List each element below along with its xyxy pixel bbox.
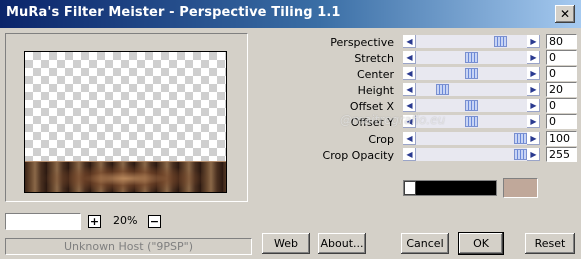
reset-button[interactable]: Reset	[525, 233, 575, 254]
arrow-right-icon[interactable]: ▶	[527, 132, 540, 145]
value-height[interactable]: 20	[546, 82, 577, 97]
perspective-tiles	[25, 162, 226, 192]
background-color-swatch[interactable]	[503, 178, 538, 198]
arrow-left-icon[interactable]: ◀	[403, 51, 416, 64]
slider-height[interactable]: ◀ ▶	[403, 83, 540, 96]
value-stretch[interactable]: 0	[546, 50, 577, 65]
slider-thumb[interactable]	[494, 36, 507, 47]
value-crop[interactable]: 100	[546, 131, 577, 146]
ok-button[interactable]: OK	[458, 232, 504, 255]
param-label-height: Height	[357, 84, 394, 97]
arrow-right-icon[interactable]: ▶	[527, 51, 540, 64]
arrow-right-icon[interactable]: ▶	[527, 83, 540, 96]
arrow-left-icon[interactable]: ◀	[403, 132, 416, 145]
filter-dialog: MuRa's Filter Meister - Perspective Tili…	[0, 0, 581, 259]
param-label-offset-y: Offset Y	[350, 116, 394, 129]
value-crop-opacity[interactable]: 255	[546, 147, 577, 162]
slider-thumb[interactable]	[514, 133, 527, 144]
slider-offset-y[interactable]: ◀ ▶	[403, 115, 540, 128]
value-offset-x[interactable]: 0	[546, 98, 577, 113]
slider-crop[interactable]: ◀ ▶	[403, 132, 540, 145]
close-button[interactable]: ✕	[555, 5, 575, 23]
slider-thumb[interactable]	[514, 149, 527, 160]
arrow-left-icon[interactable]: ◀	[403, 148, 416, 161]
slider-thumb[interactable]	[465, 116, 478, 127]
zoom-in-button[interactable]: +	[88, 215, 101, 228]
arrow-left-icon[interactable]: ◀	[403, 35, 416, 48]
arrow-right-icon[interactable]: ▶	[527, 35, 540, 48]
arrow-left-icon[interactable]: ◀	[403, 115, 416, 128]
slider-crop-opacity[interactable]: ◀ ▶	[403, 148, 540, 161]
cancel-button[interactable]: Cancel	[401, 233, 449, 254]
value-offset-y[interactable]: 0	[546, 114, 577, 129]
slider-stretch[interactable]: ◀ ▶	[403, 51, 540, 64]
arrow-right-icon[interactable]: ▶	[527, 115, 540, 128]
slider-perspective[interactable]: ◀ ▶	[403, 35, 540, 48]
param-label-crop: Crop	[368, 133, 394, 146]
minus-icon: −	[149, 215, 160, 228]
slider-center[interactable]: ◀ ▶	[403, 67, 540, 80]
preview-image[interactable]	[24, 51, 227, 193]
arrow-right-icon[interactable]: ▶	[527, 67, 540, 80]
status-bar: Unknown Host ("9PSP")	[5, 238, 252, 255]
zoom-out-button[interactable]: −	[148, 215, 161, 228]
foreground-color-swatch[interactable]	[403, 180, 497, 196]
close-icon: ✕	[559, 7, 571, 21]
slider-thumb[interactable]	[465, 52, 478, 63]
slider-thumb[interactable]	[436, 84, 449, 95]
web-button[interactable]: Web	[262, 233, 310, 254]
value-center[interactable]: 0	[546, 66, 577, 81]
param-label-offset-x: Offset X	[349, 100, 394, 113]
arrow-right-icon[interactable]: ▶	[527, 99, 540, 112]
slider-offset-x[interactable]: ◀ ▶	[403, 99, 540, 112]
about-button[interactable]: About...	[318, 233, 366, 254]
title-bar: MuRa's Filter Meister - Perspective Tili…	[0, 0, 581, 28]
arrow-right-icon[interactable]: ▶	[527, 148, 540, 161]
color-toggle-icon[interactable]	[404, 181, 416, 195]
plus-icon: +	[89, 215, 100, 228]
window-title: MuRa's Filter Meister - Perspective Tili…	[6, 5, 341, 20]
param-label-crop-opacity: Crop Opacity	[322, 149, 394, 162]
slider-thumb[interactable]	[465, 100, 478, 111]
arrow-left-icon[interactable]: ◀	[403, 83, 416, 96]
value-perspective[interactable]: 80	[546, 34, 577, 49]
param-label-perspective: Perspective	[330, 36, 394, 49]
arrow-left-icon[interactable]: ◀	[403, 99, 416, 112]
zoom-level: 20%	[113, 214, 138, 227]
param-label-center: Center	[356, 68, 394, 81]
arrow-left-icon[interactable]: ◀	[403, 67, 416, 80]
slider-thumb[interactable]	[465, 68, 478, 79]
param-label-stretch: Stretch	[354, 52, 394, 65]
zoom-input[interactable]	[5, 213, 81, 230]
